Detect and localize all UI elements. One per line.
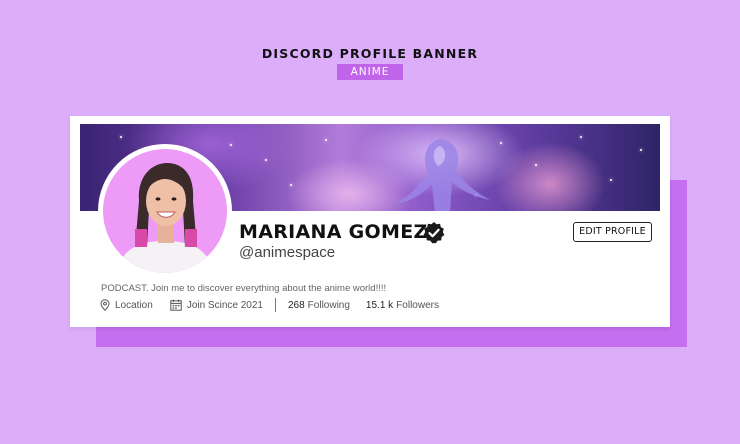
anime-figure-art [395, 139, 490, 211]
join-date-label: Join Scince 2021 [186, 299, 263, 311]
followers-label: Followers [396, 299, 439, 311]
category-tag: ANIME [337, 64, 403, 80]
avatar [103, 149, 227, 273]
location-item[interactable]: Location [100, 299, 153, 311]
followers-stat[interactable]: 15.1 k Followers [366, 300, 439, 311]
join-date-item: Join Scince 2021 [170, 299, 263, 311]
profile-name: MARIANA GOMEZ [239, 221, 428, 243]
followers-count: 15.1 k [365, 299, 394, 311]
following-count: 268 [287, 299, 305, 311]
profile-meta-row: Location Join Scince 2021 268 Following [100, 298, 439, 312]
meta-divider [274, 298, 276, 312]
page-heading: DISCORD PROFILE BANNER [261, 46, 479, 61]
following-label: Following [307, 299, 350, 311]
profile-handle: @animespace [239, 244, 336, 261]
location-pin-icon [100, 299, 110, 311]
avatar-portrait [117, 163, 213, 273]
calendar-icon [170, 299, 182, 311]
profile-card: MARIANA GOMEZ @animespace EDIT PROFILE P… [70, 116, 670, 327]
location-label: Location [115, 299, 153, 311]
following-stat[interactable]: 268 Following [288, 300, 350, 311]
edit-profile-button[interactable]: EDIT PROFILE [573, 222, 652, 242]
profile-bio: PODCAST. Join me to discover everything … [101, 283, 387, 294]
verified-badge-icon [423, 222, 445, 244]
